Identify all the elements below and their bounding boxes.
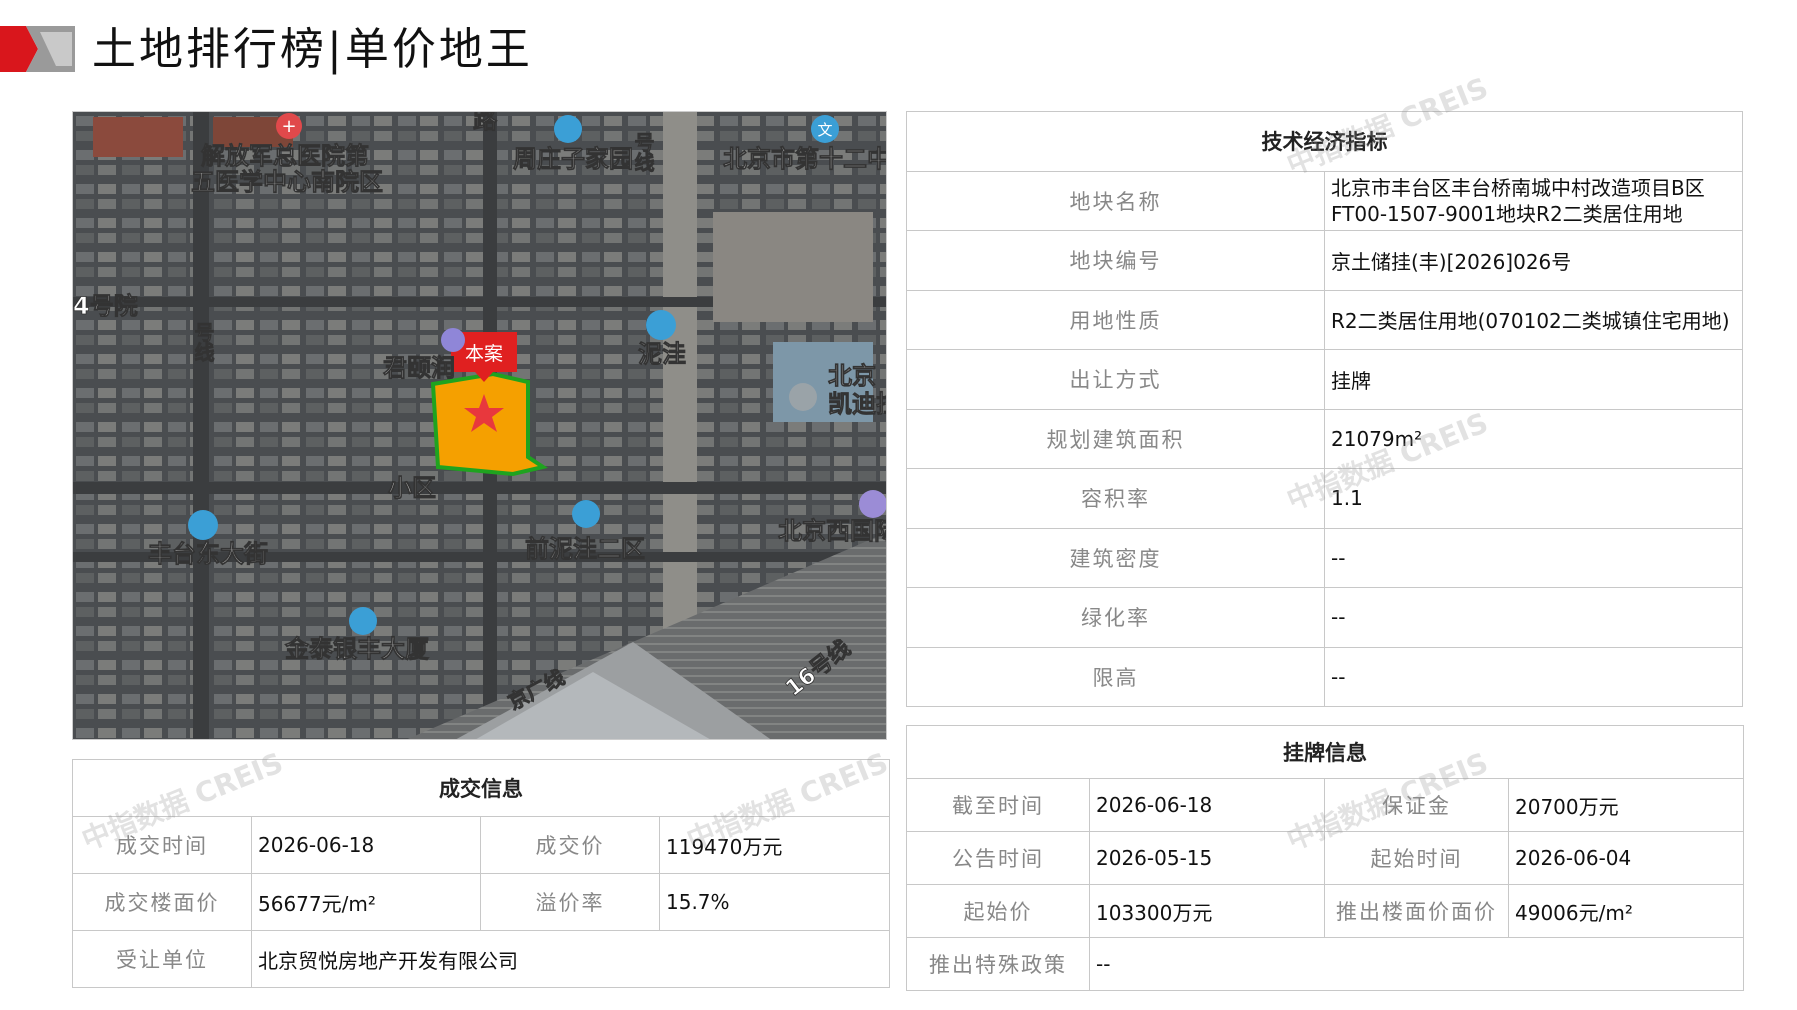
listing-label: 起始价 — [906, 884, 1090, 938]
svg-text:+: + — [281, 116, 296, 137]
deal-date-value: 2026-06-18 — [251, 816, 481, 874]
announce-date-value: 2026-05-15 — [1089, 831, 1325, 885]
svg-text:五医学中心南院区: 五医学中心南院区 — [191, 168, 383, 196]
deal-price-value: 119470万元 — [659, 816, 890, 874]
svg-text:号线: 号线 — [191, 322, 215, 362]
svg-text:前泥洼二区: 前泥洼二区 — [525, 535, 645, 563]
page-title: 土地排行榜|单价地王 — [92, 24, 533, 75]
svg-text:4号院: 4号院 — [73, 292, 138, 320]
tech-label: 限高 — [906, 646, 1325, 707]
tech-label: 出让方式 — [906, 349, 1325, 410]
parcel-number: 京土储挂(丰)[2026]026号 — [1324, 230, 1743, 291]
map-canvas: 本案 + 文 解放军总医院第 五医学中心南院区 路 周庄子家园 号线 北京市第十… — [73, 112, 887, 739]
listing-label: 截至时间 — [906, 778, 1090, 832]
svg-text:凯迪拉: 凯迪拉 — [828, 390, 887, 418]
tech-label: 地块名称 — [906, 170, 1325, 231]
deal-info-table: 成交信息 成交时间 2026-06-18 成交价 119470万元 成交楼面价 … — [72, 759, 890, 988]
tech-label: 绿化率 — [906, 587, 1325, 648]
poi-icon — [441, 328, 465, 352]
brand-logo-icon — [0, 26, 75, 72]
residence-icon — [554, 115, 582, 143]
hotel-icon — [859, 490, 886, 518]
listing-label: 推出特殊政策 — [906, 937, 1090, 991]
svg-text:解放军总医院第: 解放军总医院第 — [201, 142, 369, 170]
parcel-name: 北京市丰台区丰台桥南城中村改造项目B区FT00-1507-9001地块R2二类居… — [1324, 170, 1743, 231]
residence-icon-2 — [572, 500, 600, 528]
svg-text:泥洼: 泥洼 — [638, 340, 686, 368]
svg-text:北京: 北京 — [828, 362, 876, 390]
tech-label: 容积率 — [906, 468, 1325, 529]
listing-label: 保证金 — [1324, 778, 1509, 832]
deal-label: 成交楼面价 — [72, 873, 252, 931]
svg-text:路: 路 — [473, 112, 498, 134]
svg-text:丰台东大街: 丰台东大街 — [148, 540, 268, 568]
listing-info-table: 挂牌信息 截至时间 2026-06-18 保证金 20700万元 公告时间 20… — [906, 725, 1744, 991]
listing-label: 推出楼面价面价 — [1324, 884, 1509, 938]
buyer-value: 北京贸悦房地产开发有限公司 — [251, 930, 890, 988]
listing-header: 挂牌信息 — [906, 725, 1744, 779]
svg-text:金泰银丰大厦: 金泰银丰大厦 — [284, 635, 429, 663]
height-limit: -- — [1324, 646, 1743, 707]
deal-label: 成交价 — [480, 816, 660, 874]
listing-label: 起始时间 — [1324, 831, 1509, 885]
start-price-value: 103300万元 — [1089, 884, 1325, 938]
transfer-method: 挂牌 — [1324, 349, 1743, 410]
deal-label: 成交时间 — [72, 816, 252, 874]
satellite-map[interactable]: 本案 + 文 解放军总医院第 五医学中心南院区 路 周庄子家园 号线 北京市第十… — [72, 111, 887, 740]
deal-label: 受让单位 — [72, 930, 252, 988]
tech-indicators-table: 技术经济指标 地块名称 北京市丰台区丰台桥南城中村改造项目B区FT00-1507-… — [906, 111, 1743, 707]
deal-header: 成交信息 — [72, 759, 890, 817]
tech-header: 技术经济指标 — [906, 111, 1743, 172]
start-date-value: 2026-06-04 — [1508, 831, 1744, 885]
deadline-value: 2026-06-18 — [1089, 778, 1325, 832]
tech-label: 建筑密度 — [906, 527, 1325, 588]
floor-price-value: 49006元/m² — [1508, 884, 1744, 938]
planned-area: 21079m² — [1324, 408, 1743, 469]
deposit-value: 20700万元 — [1508, 778, 1744, 832]
listing-label: 公告时间 — [906, 831, 1090, 885]
building-icon — [349, 607, 377, 635]
svg-text:号线: 号线 — [631, 132, 655, 172]
deal-label: 溢价率 — [480, 873, 660, 931]
svg-text:北京西国际: 北京西国际 — [778, 517, 887, 545]
car-dealer-icon — [789, 383, 817, 411]
svg-text:文: 文 — [817, 121, 832, 139]
land-use: R2二类居住用地(070102二类城镇住宅用地) — [1324, 289, 1743, 350]
tech-label: 用地性质 — [906, 289, 1325, 350]
bus-stop-icon — [646, 310, 676, 340]
building-density: -- — [1324, 527, 1743, 588]
tech-label: 地块编号 — [906, 230, 1325, 291]
plot-ratio: 1.1 — [1324, 468, 1743, 529]
tech-label: 规划建筑面积 — [906, 408, 1325, 469]
premium-rate-value: 15.7% — [659, 873, 890, 931]
bus-stop-icon-2 — [188, 510, 218, 540]
svg-text:北京市第十二中: 北京市第十二中 — [723, 145, 887, 173]
svg-text:小区: 小区 — [388, 474, 436, 502]
special-policy-value: -- — [1089, 937, 1744, 991]
green-rate: -- — [1324, 587, 1743, 648]
svg-text:周庄子家园: 周庄子家园 — [513, 145, 633, 173]
svg-text:君颐润: 君颐润 — [383, 354, 455, 382]
deal-floor-price-value: 56677元/m² — [251, 873, 481, 931]
marker-label: 本案 — [465, 343, 503, 365]
